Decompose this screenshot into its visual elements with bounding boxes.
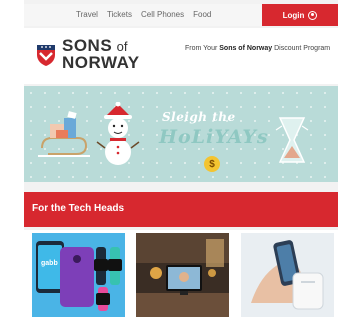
user-icon xyxy=(308,10,318,20)
header: SONS of NORWAY From Your Sons of Norway … xyxy=(24,28,338,84)
category-links: Travel Tickets Cell Phones Food xyxy=(76,10,211,19)
svg-text:gabb: gabb xyxy=(41,260,58,267)
product-card-power-bank[interactable] xyxy=(241,233,334,317)
product-row: gabb xyxy=(24,230,338,326)
promo-prefix: From Your xyxy=(185,45,220,52)
logo-of: of xyxy=(116,39,128,54)
hourglass-illustration xyxy=(275,117,309,163)
sleigh-gifts-illustration xyxy=(38,111,90,157)
promo-org: Sons of Norway xyxy=(219,45,273,52)
banner-headline-top: Sleigh the xyxy=(162,110,236,124)
promo-text: From Your Sons of Norway Discount Progra… xyxy=(185,44,335,54)
shield-logo-icon xyxy=(37,44,55,66)
login-button[interactable]: Login xyxy=(262,4,338,26)
nav-link-travel[interactable]: Travel xyxy=(76,10,98,19)
logo-text: SONS of NORWAY xyxy=(62,37,140,72)
phone-bundle-image: gabb xyxy=(32,233,125,317)
product-card-phone-bundle[interactable]: gabb xyxy=(32,233,125,317)
login-label: Login xyxy=(282,10,305,20)
snowman-santa-illustration xyxy=(96,102,140,165)
top-nav: Travel Tickets Cell Phones Food Login xyxy=(24,4,338,26)
section-title: For the Tech Heads xyxy=(32,203,125,214)
page: Travel Tickets Cell Phones Food Login SO… xyxy=(24,0,338,326)
holiday-banner[interactable]: Sleigh the HoLiYAYs $ xyxy=(24,86,338,182)
nav-link-cell-phones[interactable]: Cell Phones xyxy=(141,10,184,19)
smart-display-image xyxy=(136,233,229,317)
nav-link-tickets[interactable]: Tickets xyxy=(107,10,132,19)
power-bank-image xyxy=(241,233,334,317)
sons-of-norway-logo[interactable]: SONS of NORWAY xyxy=(36,37,140,72)
dollar-coin-icon: $ xyxy=(204,156,220,172)
logo-norway: NORWAY xyxy=(62,53,140,72)
nav-link-food[interactable]: Food xyxy=(193,10,211,19)
product-card-smart-display[interactable] xyxy=(136,233,229,317)
promo-suffix: Discount Program xyxy=(272,45,331,52)
banner-headline-main: HoLiYAYs xyxy=(159,126,269,148)
section-header: For the Tech Heads xyxy=(24,192,338,227)
